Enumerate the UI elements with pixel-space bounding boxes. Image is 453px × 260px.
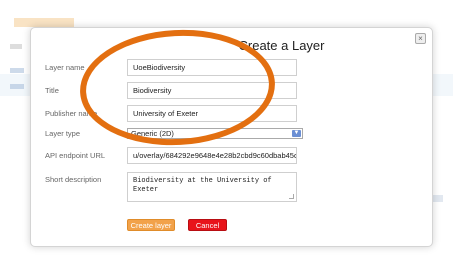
layer-name-label: Layer name (45, 63, 85, 72)
chevron-down-icon[interactable]: ▼ (292, 130, 301, 137)
short-description-textarea[interactable]: Biodiversity at the University of Exeter (127, 172, 297, 202)
title-row: Title Biodiversity (45, 82, 418, 99)
publisher-name-label: Publisher name (45, 109, 98, 118)
layer-type-row: Layer type Generic (2D) ▼ (45, 128, 418, 139)
api-endpoint-input[interactable]: u/overlay/684292e9648e4e28b2cbd9c60dbab4… (127, 147, 297, 164)
publisher-name-input[interactable]: University of Exeter (127, 105, 297, 122)
title-input[interactable]: Biodiversity (127, 82, 297, 99)
resize-handle-icon[interactable] (289, 194, 294, 199)
create-layer-dialog: Create a Layer × Layer name UoeBiodivers… (30, 27, 433, 247)
cancel-button[interactable]: Cancel (188, 219, 227, 231)
create-layer-button[interactable]: Create layer (127, 219, 175, 231)
layer-type-select[interactable]: Generic (2D) ▼ (127, 128, 303, 139)
layer-type-value: Generic (2D) (131, 129, 174, 138)
short-description-row: Short description Biodiversity at the Un… (45, 172, 418, 202)
background-text (10, 44, 22, 49)
background-link (10, 84, 24, 89)
publisher-name-row: Publisher name University of Exeter (45, 105, 418, 122)
short-description-label: Short description (45, 175, 102, 184)
layer-name-input[interactable]: UoeBiodiversity (127, 59, 297, 76)
layer-name-row: Layer name UoeBiodiversity (45, 59, 418, 76)
close-icon[interactable]: × (415, 33, 426, 44)
api-endpoint-row: API endpoint URL u/overlay/684292e9648e4… (45, 147, 418, 164)
dialog-title: Create a Layer (238, 38, 325, 53)
background-link (10, 68, 24, 73)
api-endpoint-label: API endpoint URL (45, 151, 106, 160)
background-tab (14, 18, 74, 27)
title-label: Title (45, 86, 59, 95)
layer-type-label: Layer type (45, 129, 81, 138)
short-description-value: Biodiversity at the University of Exeter (133, 177, 272, 195)
